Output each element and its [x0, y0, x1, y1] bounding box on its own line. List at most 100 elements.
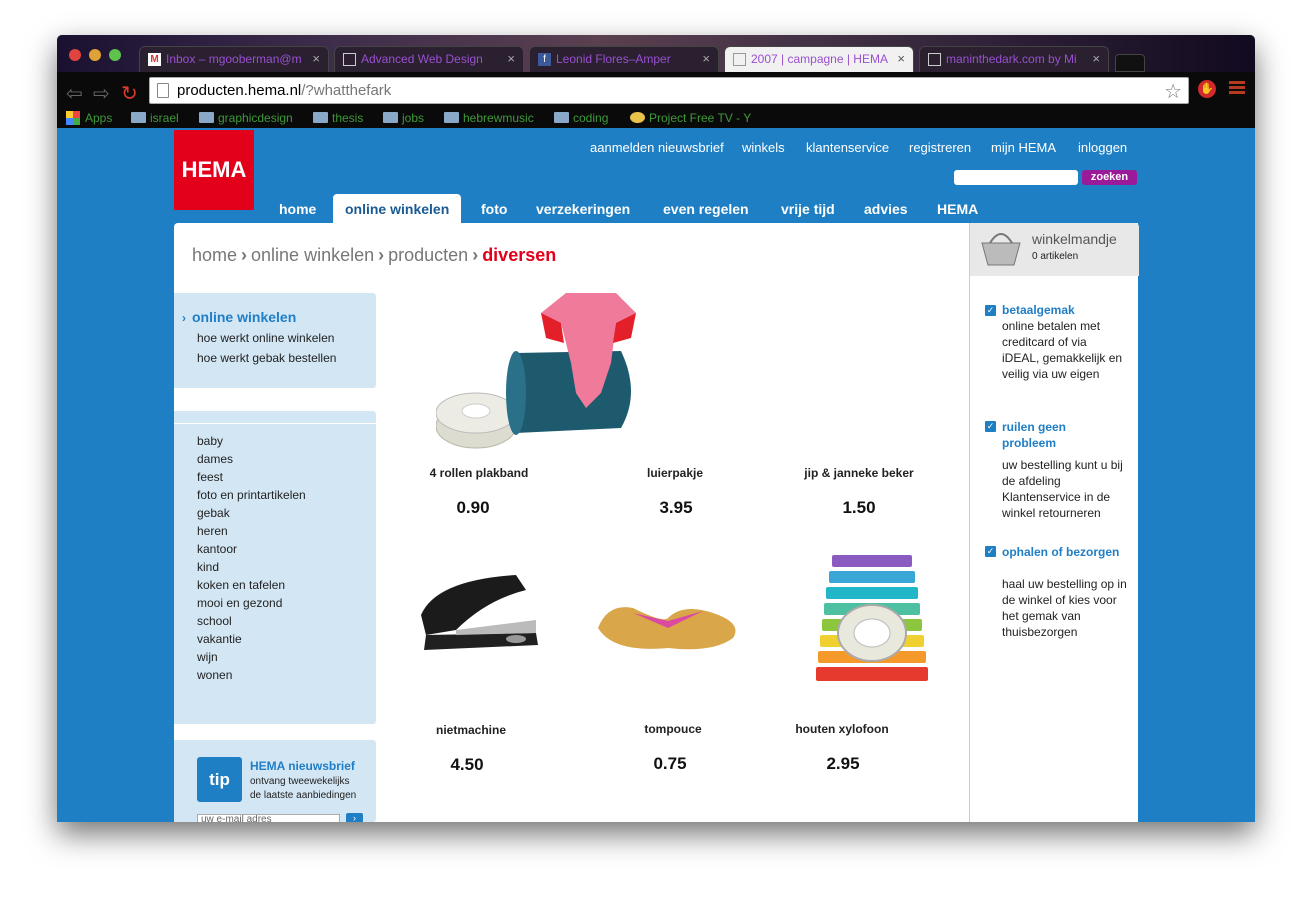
usp-text: online betalen met creditcard of via iDE… — [1002, 319, 1123, 381]
product-name[interactable]: 4 rollen plakband — [399, 466, 559, 480]
product-price: 3.95 — [659, 498, 693, 517]
checkmark-icon: ✓ — [985, 305, 996, 316]
new-tab-button[interactable] — [1115, 54, 1145, 72]
hema-page: HEMA aanmelden nieuwsbrief winkels klant… — [57, 128, 1255, 822]
sidebar-link-hoe-werkt-gebak[interactable]: hoe werkt gebak bestellen — [197, 351, 336, 365]
browser-tab[interactable]: f Leonid Flores–Amper × — [529, 46, 719, 72]
tab-close-icon[interactable]: × — [702, 51, 710, 66]
hema-logo[interactable]: HEMA — [174, 130, 254, 210]
category-mooi-en-gezond[interactable]: mooi en gezond — [197, 596, 282, 610]
browser-tab[interactable]: Advanced Web Design × — [334, 46, 524, 72]
tip-line: de laatste aanbiedingen — [250, 790, 357, 801]
checkmark-icon: ✓ — [985, 546, 996, 557]
browser-menu-icon[interactable] — [1229, 81, 1245, 95]
bookmark-star-icon[interactable]: ☆ — [1164, 79, 1182, 104]
reload-icon[interactable]: ↻ — [121, 81, 138, 106]
zoom-window-button[interactable] — [109, 49, 121, 61]
breadcrumb: home › online winkelen › producten › diversen — [192, 245, 556, 266]
toplink-inloggen[interactable]: inloggen — [1078, 140, 1127, 155]
toplink-nieuwsbrief[interactable]: aanmelden nieuwsbrief — [590, 140, 724, 155]
bookmark-folder[interactable]: hebrewmusic — [444, 111, 534, 125]
gmail-icon: M — [148, 53, 161, 66]
breadcrumb-home[interactable]: home — [192, 245, 237, 265]
product-image-tompouce[interactable] — [593, 593, 743, 653]
toplink-winkels[interactable]: winkels — [742, 140, 785, 155]
tab-close-icon[interactable]: × — [897, 51, 905, 66]
product-name[interactable]: luierpakje — [595, 466, 755, 480]
search-input[interactable] — [954, 170, 1078, 185]
browser-tab[interactable]: M Inbox – mgooberman@m × — [139, 46, 329, 72]
close-window-button[interactable] — [69, 49, 81, 61]
toplink-klantenservice[interactable]: klantenservice — [806, 140, 889, 155]
category-vakantie[interactable]: vakantie — [197, 632, 242, 646]
back-icon[interactable]: ⇦ — [66, 81, 83, 106]
toplink-registreren[interactable]: registreren — [909, 140, 971, 155]
bookmark-folder[interactable]: israel — [131, 111, 179, 125]
chevron-right-icon: › — [472, 245, 479, 265]
nav-hema[interactable]: HEMA — [937, 201, 978, 217]
usp-title: ophalen of bezorgen — [1002, 545, 1120, 559]
product-price: 1.50 — [842, 498, 876, 517]
adblock-extension-icon[interactable]: ✋ — [1198, 80, 1216, 98]
forward-icon[interactable]: ⇨ — [93, 81, 110, 106]
product-name[interactable]: tompouce — [593, 722, 753, 736]
folder-icon — [131, 112, 146, 123]
breadcrumb-online-winkelen[interactable]: online winkelen — [251, 245, 374, 265]
product-price: 0.90 — [456, 498, 490, 517]
folder-icon — [199, 112, 214, 123]
product-name[interactable]: nietmachine — [391, 723, 551, 737]
category-gebak[interactable]: gebak — [197, 506, 230, 520]
search-button[interactable]: zoeken — [1082, 170, 1137, 185]
category-koken[interactable]: koken en tafelen — [197, 578, 285, 592]
nav-advies[interactable]: advies — [864, 201, 908, 217]
toplink-mijn-hema[interactable]: mijn HEMA — [991, 140, 1056, 155]
bookmark-apps[interactable]: Apps — [66, 111, 112, 125]
category-wijn[interactable]: wijn — [197, 650, 218, 664]
category-school[interactable]: school — [197, 614, 232, 628]
nav-foto[interactable]: foto — [481, 201, 507, 217]
nav-online-winkelen[interactable]: online winkelen — [333, 194, 462, 224]
breadcrumb-producten[interactable]: producten — [388, 245, 468, 265]
category-baby[interactable]: baby — [197, 434, 223, 448]
bookmark-folder[interactable]: jobs — [383, 111, 424, 125]
browser-tab-active[interactable]: 2007 | campagne | HEMA × — [724, 46, 914, 72]
project-free-tv-icon — [630, 112, 645, 123]
usp-title: ruilen geen probleem — [1002, 420, 1067, 450]
product-name[interactable]: houten xylofoon — [762, 722, 922, 736]
sidebar-link-hoe-werkt-online[interactable]: hoe werkt online winkelen — [197, 331, 334, 345]
category-feest[interactable]: feest — [197, 470, 223, 484]
shopping-cart[interactable]: winkelmandje 0 artikelen — [970, 223, 1139, 276]
bookmark-folder[interactable]: coding — [554, 111, 608, 125]
tab-close-icon[interactable]: × — [1092, 51, 1100, 66]
nav-even-regelen[interactable]: even regelen — [663, 201, 749, 217]
newsletter-submit-button[interactable]: › — [346, 813, 363, 822]
address-bar[interactable]: producten.hema.nl/?whatthefark ☆ — [149, 77, 1189, 104]
minimize-window-button[interactable] — [89, 49, 101, 61]
browser-tab[interactable]: maninthedark.com by Mi × — [919, 46, 1109, 72]
newsletter-email-field[interactable]: uw e-mail adres — [197, 814, 340, 822]
tip-title[interactable]: HEMA nieuwsbrief — [250, 759, 355, 773]
product-name[interactable]: jip & janneke beker — [779, 466, 939, 480]
nav-home[interactable]: home — [279, 201, 316, 217]
category-dames[interactable]: dames — [197, 452, 233, 466]
browser-window: M Inbox – mgooberman@m × Advanced Web De… — [57, 35, 1255, 822]
bookmark-folder[interactable]: thesis — [313, 111, 363, 125]
nav-verzekeringen[interactable]: verzekeringen — [536, 201, 630, 217]
checkmark-icon: ✓ — [985, 421, 996, 432]
product-image-xylofoon[interactable] — [814, 555, 932, 690]
category-foto[interactable]: foto en printartikelen — [197, 488, 306, 502]
nav-vrije-tijd[interactable]: vrije tijd — [781, 201, 835, 217]
category-kind[interactable]: kind — [197, 560, 219, 574]
product-price: 0.75 — [653, 754, 687, 773]
category-wonen[interactable]: wonen — [197, 668, 232, 682]
tab-close-icon[interactable]: × — [312, 51, 320, 66]
folder-icon — [383, 112, 398, 123]
bookmark-link[interactable]: Project Free TV - Y — [630, 111, 751, 125]
tab-close-icon[interactable]: × — [507, 51, 515, 66]
product-image-nietmachine[interactable] — [416, 575, 542, 660]
sidebar-title[interactable]: › online winkelen — [182, 309, 296, 325]
category-kantoor[interactable]: kantoor — [197, 542, 237, 556]
bookmark-folder[interactable]: graphicdesign — [199, 111, 293, 125]
category-heren[interactable]: heren — [197, 524, 228, 538]
product-image-plakband-beker[interactable] — [436, 293, 646, 453]
